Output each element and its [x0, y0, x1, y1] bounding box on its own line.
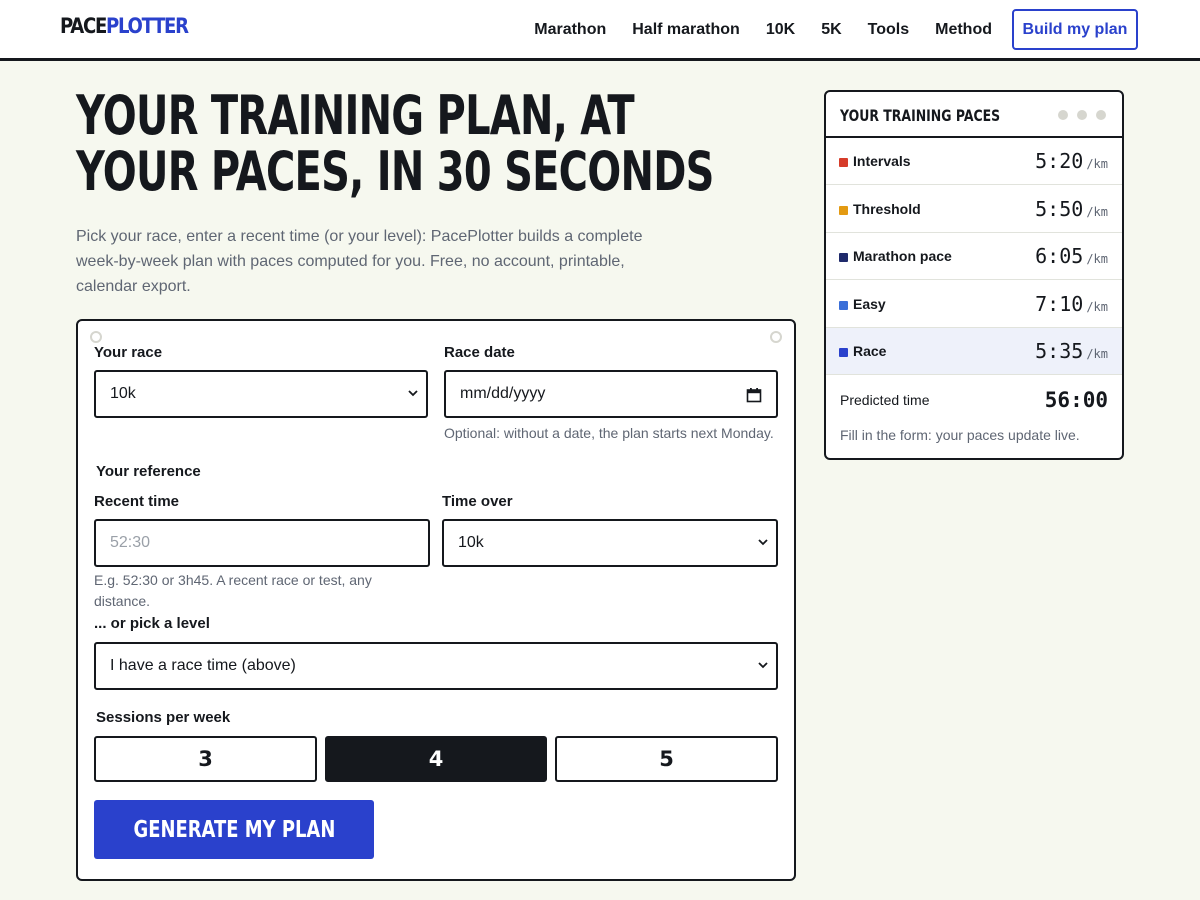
corner-dot-icon [90, 331, 102, 343]
race-date-placeholder: mm/dd/yyyy [460, 385, 546, 402]
race-date-label: Race date [444, 344, 515, 361]
recent-time-input[interactable]: 52:30 [94, 519, 430, 567]
pace-unit: /km [1086, 157, 1108, 171]
pace-row-intervals: Intervals 5:20/km [826, 138, 1122, 185]
card-footer-note: Fill in the form: your paces update live… [840, 427, 1080, 443]
logo-part-pace: PACE [60, 14, 107, 38]
chevron-down-icon [758, 662, 768, 669]
page-title: YOUR TRAINING PLAN, AT YOUR PACES, IN 30… [76, 84, 714, 203]
pace-unit: /km [1086, 205, 1108, 219]
generate-plan-button[interactable]: GENERATE MY PLAN [94, 800, 374, 859]
easy-swatch [839, 301, 848, 310]
pace-name: Race [853, 343, 887, 359]
card-title: YOUR TRAINING PACES [840, 106, 1001, 125]
marathon-swatch [839, 253, 848, 262]
pace-value: 7:10/km [1035, 292, 1108, 316]
nav-10k[interactable]: 10K [766, 9, 795, 50]
race-select-value: 10k [110, 385, 136, 402]
recent-time-placeholder: 52:30 [110, 534, 151, 551]
nav-method[interactable]: Method [935, 9, 992, 50]
chevron-down-icon [758, 539, 768, 546]
pace-name: Marathon pace [853, 248, 952, 264]
pace-number: 7:10 [1035, 292, 1084, 316]
pace-number: 5:20 [1035, 149, 1084, 173]
chevron-down-icon [408, 390, 418, 397]
pace-unit: /km [1086, 347, 1108, 361]
corner-dot-icon [770, 331, 782, 343]
pace-name: Easy [853, 296, 886, 312]
training-paces-card: YOUR TRAINING PACES Intervals 5:20/km Th… [824, 90, 1124, 460]
nav-marathon[interactable]: Marathon [534, 9, 606, 50]
dot-icon [1058, 110, 1068, 120]
dot-icon [1077, 110, 1087, 120]
build-plan-button[interactable]: Build my plan [1012, 9, 1138, 50]
threshold-swatch [839, 206, 848, 215]
pace-row-threshold: Threshold 5:50/km [826, 186, 1122, 233]
sessions-option-3[interactable]: 3 [94, 736, 317, 782]
pace-value: 5:20/km [1035, 149, 1108, 173]
pace-value: 5:50/km [1035, 197, 1108, 221]
time-over-select[interactable]: 10k [442, 519, 778, 567]
nav-half-marathon[interactable]: Half marathon [632, 9, 740, 50]
sessions-option-5[interactable]: 5 [555, 736, 778, 782]
sessions-option-4[interactable]: 4 [325, 736, 547, 782]
pace-value: 6:05/km [1035, 244, 1108, 268]
pace-row-marathon: Marathon pace 6:05/km [826, 233, 1122, 280]
dot-icon [1096, 110, 1106, 120]
recent-time-label: Recent time [94, 493, 180, 510]
card-header: YOUR TRAINING PACES [826, 92, 1122, 138]
pace-name: Threshold [853, 201, 921, 217]
generate-plan-label: GENERATE MY PLAN [133, 816, 335, 843]
pace-name: Intervals [853, 153, 911, 169]
recent-time-hint: E.g. 52:30 or 3h45. A recent race or tes… [94, 572, 372, 609]
nav-5k[interactable]: 5K [821, 9, 841, 50]
pace-row-race: Race 5:35/km [826, 328, 1122, 375]
race-swatch [839, 348, 848, 357]
level-select[interactable]: I have a race time (above) [94, 642, 778, 690]
window-dots [1049, 110, 1106, 120]
reference-heading: Your reference [96, 463, 201, 480]
level-select-value: I have a race time (above) [110, 657, 296, 674]
predicted-time-value: 56:00 [1044, 388, 1108, 412]
pace-number: 5:50 [1035, 197, 1084, 221]
race-label: Your race [94, 344, 163, 361]
pace-unit: /km [1086, 300, 1108, 314]
race-date-input[interactable]: mm/dd/yyyy [444, 370, 778, 418]
nav-tools[interactable]: Tools [868, 9, 909, 50]
pace-unit: /km [1086, 252, 1108, 266]
page-title-line-2: YOUR PACES, IN 30 SECONDS [76, 140, 714, 203]
sessions-label: Sessions per week [96, 709, 231, 726]
pace-number: 5:35 [1035, 339, 1084, 363]
plan-form: Your race 10k Race date mm/dd/yyyy Optio… [76, 319, 796, 881]
time-over-value: 10k [458, 534, 484, 551]
race-select[interactable]: 10k [94, 370, 428, 418]
intervals-swatch [839, 158, 848, 167]
pace-number: 6:05 [1035, 244, 1084, 268]
page-title-line-1: YOUR TRAINING PLAN, AT [76, 84, 635, 147]
logo-part-plotter: PLOTTER [105, 14, 189, 38]
pace-value: 5:35/km [1035, 339, 1108, 363]
lead-text: Pick your race, enter a recent time (or … [76, 228, 643, 295]
race-date-hint: Optional: without a date, the plan start… [444, 425, 774, 441]
level-label: ... or pick a level [94, 615, 210, 632]
main-nav: Marathon Half marathon 10K 5K Tools Meth… [508, 9, 1138, 50]
calendar-icon[interactable] [746, 387, 762, 403]
logo[interactable]: PACEPLOTTER [60, 14, 189, 38]
site-header: PACEPLOTTER Marathon Half marathon 10K 5… [0, 0, 1200, 61]
time-over-label: Time over [442, 493, 513, 510]
pace-row-easy: Easy 7:10/km [826, 281, 1122, 328]
predicted-time-label: Predicted time [840, 392, 930, 408]
